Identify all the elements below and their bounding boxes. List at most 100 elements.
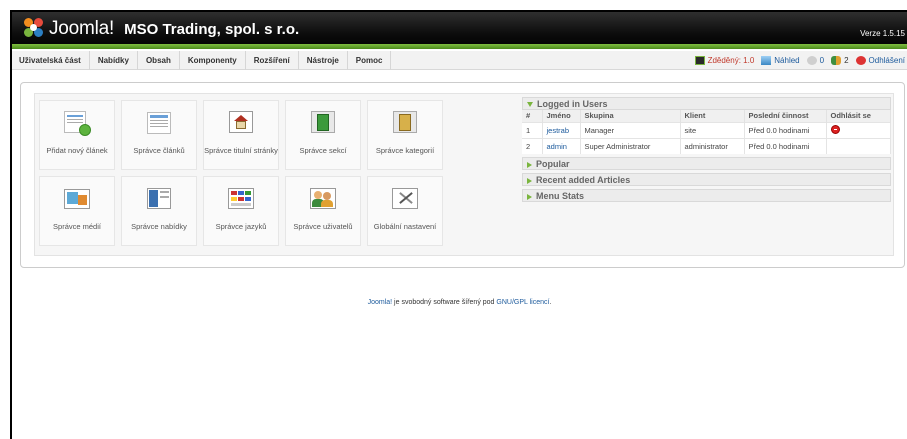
messages-count: 0 (819, 56, 825, 65)
logged-users-table: # Jméno Skupina Klient Poslední činnost … (522, 110, 891, 154)
messages-icon (806, 56, 817, 65)
user-name-link[interactable]: admin (542, 137, 581, 154)
messages-link[interactable]: 0 (806, 56, 825, 65)
menu-item-menus[interactable]: Nabídky (90, 51, 138, 70)
cpanel-label: Globální nastavení (373, 222, 437, 231)
column-header: Poslední činnost (744, 110, 827, 122)
joomla-logo-icon (24, 18, 46, 40)
user-group: Manager (580, 121, 681, 138)
column-header: # (522, 110, 543, 122)
recent-articles-header[interactable]: Recent added Articles (522, 173, 891, 186)
cpanel-language-manager[interactable]: Správce jazyků (203, 176, 279, 246)
version-label: Verze 1.5.15 (860, 29, 905, 38)
users-count: 2 (844, 56, 849, 65)
cpanel-label: Správce sekcí (299, 146, 347, 155)
row-number: 1 (522, 121, 543, 138)
collapsed-arrow-icon (527, 161, 532, 168)
footer: Joomla! je svobodný software šířený pod … (12, 299, 907, 306)
joomla-link[interactable]: Joomla! (368, 299, 393, 306)
expanded-arrow-icon (527, 102, 533, 108)
menu-item-site[interactable]: Uživatelská část (12, 51, 90, 70)
section-manager-icon (308, 111, 338, 137)
column-header: Klient (680, 110, 745, 122)
logout-cell (826, 121, 891, 138)
menu-stats-header[interactable]: Menu Stats (522, 189, 891, 202)
cpanel-category-manager[interactable]: Správce kategorií (367, 100, 443, 170)
menu-item-components[interactable]: Komponenty (180, 51, 246, 70)
module-panels: Logged in Users # Jméno Skupina Klient P… (522, 97, 891, 205)
add-article-icon (62, 111, 92, 137)
header-bar: Joomla! MSO Trading, spol. s r.o. Verze … (12, 12, 907, 49)
status-bar: Zděděný: 1.0 Náhled 0 2 Odhlášení (688, 51, 905, 70)
footer-text: je svobodný software šířený pod (392, 299, 497, 306)
cpanel-label: Správce nabídky (131, 222, 187, 231)
cpanel-label: Správce titulní stránky (204, 146, 278, 155)
last-activity: Před 0.0 hodinami (744, 137, 827, 154)
cpanel-menu-manager[interactable]: Správce nabídky (121, 176, 197, 246)
legacy-icon (694, 56, 705, 65)
cpanel-label: Správce uživatelů (293, 222, 353, 231)
user-name-link[interactable]: jestrab (542, 121, 581, 138)
logo-text: Joomla! (49, 18, 115, 39)
article-manager-icon (144, 111, 174, 137)
menu-item-extensions[interactable]: Rozšíření (246, 51, 299, 70)
menu-item-help[interactable]: Pomoc (348, 51, 392, 70)
logout-label: Odhlášení (868, 56, 905, 65)
user-client: site (680, 121, 745, 138)
main-menu-bar: Uživatelská část Nabídky Obsah Komponent… (12, 51, 907, 70)
preview-link[interactable]: Náhled (761, 56, 800, 65)
joomla-logo[interactable]: Joomla! MSO Trading, spol. s r.o. (24, 18, 299, 40)
logged-users-title: Logged in Users (537, 99, 608, 109)
popular-title: Popular (536, 159, 570, 169)
cpanel-label: Přidat nový článek (46, 146, 108, 155)
menu-stats-title: Menu Stats (536, 191, 585, 201)
last-activity: Před 0.0 hodinami (744, 121, 827, 138)
logout-cell (826, 137, 891, 154)
legacy-label: Zděděný: 1.0 (707, 56, 755, 65)
cpanel-frontpage-manager[interactable]: Správce titulní stránky (203, 100, 279, 170)
cpanel-user-manager[interactable]: Správce uživatelů (285, 176, 361, 246)
logged-users-header[interactable]: Logged in Users (522, 97, 891, 110)
user-group: Super Administrator (580, 137, 681, 154)
menu-item-content[interactable]: Obsah (138, 51, 180, 70)
column-header: Skupina (580, 110, 681, 122)
popular-header[interactable]: Popular (522, 157, 891, 170)
logout-link[interactable]: Odhlášení (855, 56, 905, 65)
preview-label: Náhled (774, 56, 800, 65)
cpanel-label: Správce kategorií (375, 146, 435, 155)
category-manager-icon (390, 111, 420, 137)
cpanel-label: Správce článků (133, 146, 185, 155)
cpanel-container: Přidat nový článek Správce článků Správc… (34, 93, 894, 256)
row-number: 2 (522, 137, 543, 154)
menu-manager-icon (144, 187, 174, 213)
legacy-status: Zděděný: 1.0 (694, 56, 755, 65)
cpanel-label: Správce médií (53, 222, 101, 231)
cpanel-media-manager[interactable]: Správce médií (39, 176, 115, 246)
global-config-icon (390, 187, 420, 213)
column-header: Odhlásit se (826, 110, 891, 122)
recent-articles-title: Recent added Articles (536, 175, 631, 185)
header-stripe (12, 44, 907, 49)
cpanel-global-config[interactable]: Globální nastavení (367, 176, 443, 246)
user-manager-icon (308, 187, 338, 213)
logout-icon (855, 56, 866, 65)
column-header: Jméno (542, 110, 581, 122)
collapsed-arrow-icon (527, 177, 532, 184)
cpanel-article-manager[interactable]: Správce článků (121, 100, 197, 170)
user-client: administrator (680, 137, 745, 154)
cpanel-add-article[interactable]: Přidat nový článek (39, 100, 115, 170)
table-header-row: # Jméno Skupina Klient Poslední činnost … (522, 110, 891, 122)
table-row: 1 jestrab Manager site Před 0.0 hodinami (522, 121, 891, 138)
media-manager-icon (62, 187, 92, 213)
cpanel-label: Správce jazyků (215, 222, 267, 231)
admin-window: Joomla! MSO Trading, spol. s r.o. Verze … (10, 10, 907, 439)
users-online: 2 (831, 56, 849, 65)
footer-end: . (549, 299, 552, 306)
site-title: MSO Trading, spol. s r.o. (124, 20, 300, 38)
license-link[interactable]: GNU/GPL licencí (496, 299, 549, 306)
users-icon (831, 56, 842, 65)
cpanel-section-manager[interactable]: Správce sekcí (285, 100, 361, 170)
force-logout-icon[interactable] (830, 124, 840, 134)
menu-item-tools[interactable]: Nástroje (299, 51, 348, 70)
collapsed-arrow-icon (527, 193, 532, 200)
